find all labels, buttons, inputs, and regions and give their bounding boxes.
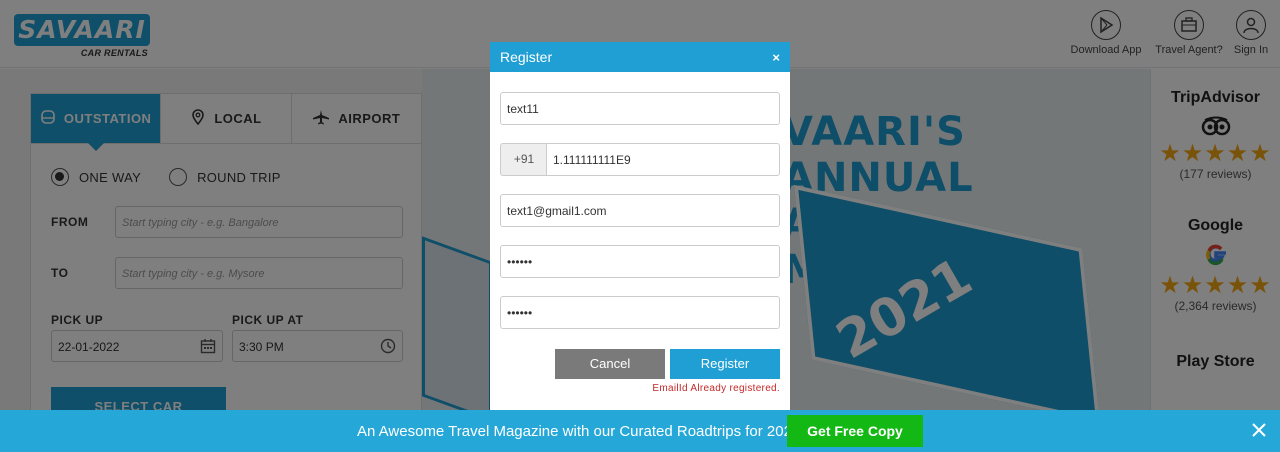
register-button[interactable]: Register: [670, 349, 780, 379]
phone-country-code: +91: [500, 143, 547, 176]
promo-text: An Awesome Travel Magazine with our Cura…: [357, 423, 801, 440]
close-icon[interactable]: [1250, 421, 1268, 439]
get-free-copy-button[interactable]: Get Free Copy: [787, 415, 923, 447]
modal-close-button[interactable]: ×: [772, 50, 780, 65]
password-input[interactable]: ••••••: [500, 245, 780, 278]
name-input[interactable]: text11: [500, 92, 780, 125]
error-message: EmailId Already registered.: [652, 383, 780, 394]
modal-title: Register: [500, 49, 553, 65]
cancel-button[interactable]: Cancel: [555, 349, 665, 379]
confirm-password-input[interactable]: ••••••: [500, 296, 780, 329]
phone-input[interactable]: 1.111111111E9: [546, 143, 780, 176]
promo-bar: An Awesome Travel Magazine with our Cura…: [0, 410, 1280, 452]
register-modal: Register × text11 +91 1.111111111E9 text…: [490, 42, 790, 422]
modal-header: Register ×: [490, 42, 790, 72]
email-input[interactable]: text1@gmail1.com: [500, 194, 780, 227]
